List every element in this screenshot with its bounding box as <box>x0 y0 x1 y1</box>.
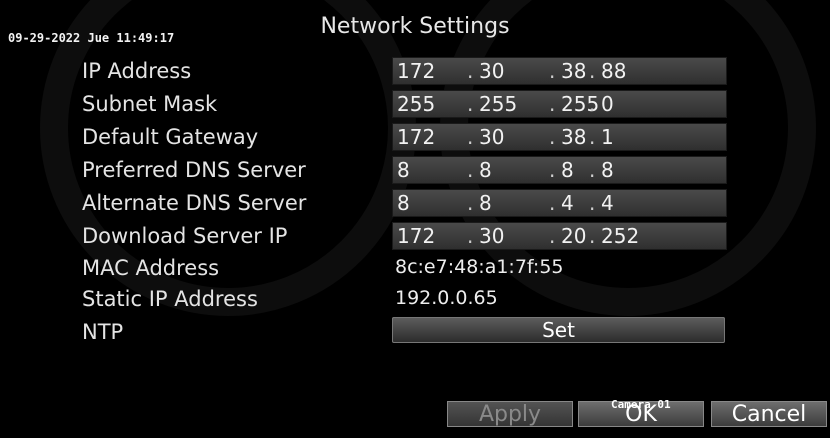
default-gateway-label: Default Gateway <box>82 125 259 149</box>
ip-address-field[interactable]: 172 . 30 . 38 . 88 <box>392 57 727 85</box>
octet-separator: . <box>467 191 474 215</box>
ntp-label: NTP <box>82 320 124 344</box>
octet-separator: . <box>467 59 474 83</box>
octet-2: 8 <box>479 191 492 215</box>
octet-4: 1 <box>601 125 614 149</box>
osd-camera-label: Camera 01 <box>611 398 671 411</box>
octet-separator: . <box>549 224 556 248</box>
octet-3: 38 <box>561 125 587 149</box>
octet-separator: . <box>589 92 596 116</box>
octet-separator: . <box>589 158 596 182</box>
ntp-row: NTP Set <box>0 316 830 349</box>
mac-address-label: MAC Address <box>82 256 220 280</box>
alternate-dns-field[interactable]: 8 . 8 . 4 . 4 <box>392 189 727 217</box>
download-server-row: Download Server IP 172 . 30 . 20 . 252 <box>0 220 830 253</box>
mac-address-row: MAC Address 8c:e7:48:a1:7f:55 <box>0 252 830 285</box>
alternate-dns-row: Alternate DNS Server 8 . 8 . 4 . 4 <box>0 187 830 220</box>
static-ip-label: Static IP Address <box>82 287 258 311</box>
octet-4: 0 <box>601 92 614 116</box>
octet-separator: . <box>467 224 474 248</box>
preferred-dns-label: Preferred DNS Server <box>82 158 306 182</box>
octet-separator: . <box>467 92 474 116</box>
octet-1: 172 <box>397 224 436 248</box>
octet-separator: . <box>549 59 556 83</box>
alternate-dns-label: Alternate DNS Server <box>82 191 307 215</box>
octet-1: 172 <box>397 59 436 83</box>
octet-separator: . <box>589 59 596 83</box>
download-server-label: Download Server IP <box>82 224 288 248</box>
octet-2: 30 <box>479 125 505 149</box>
preferred-dns-row: Preferred DNS Server 8 . 8 . 8 . 8 <box>0 154 830 187</box>
download-server-field[interactable]: 172 . 30 . 20 . 252 <box>392 222 727 250</box>
octet-2: 30 <box>479 224 505 248</box>
octet-separator: . <box>589 125 596 149</box>
octet-separator: . <box>589 191 596 215</box>
preferred-dns-field[interactable]: 8 . 8 . 8 . 8 <box>392 156 727 184</box>
static-ip-value: 192.0.0.65 <box>395 287 498 309</box>
apply-button[interactable]: Apply <box>447 401 573 427</box>
default-gateway-field[interactable]: 172 . 30 . 38 . 1 <box>392 123 727 151</box>
ip-address-label: IP Address <box>82 59 192 83</box>
octet-3: 4 <box>561 191 574 215</box>
subnet-mask-row: Subnet Mask 255 . 255 . 255 . 0 <box>0 88 830 121</box>
octet-separator: . <box>589 224 596 248</box>
ip-address-row: IP Address 172 . 30 . 38 . 88 <box>0 55 830 88</box>
subnet-mask-field[interactable]: 255 . 255 . 255 . 0 <box>392 90 727 118</box>
octet-3: 8 <box>561 158 574 182</box>
octet-4: 4 <box>601 191 614 215</box>
octet-separator: . <box>549 158 556 182</box>
octet-4: 8 <box>601 158 614 182</box>
octet-4: 88 <box>601 59 627 83</box>
page-title: Network Settings <box>320 14 510 39</box>
subnet-mask-label: Subnet Mask <box>82 92 218 116</box>
octet-separator: . <box>467 125 474 149</box>
octet-2: 255 <box>479 92 518 116</box>
octet-2: 30 <box>479 59 505 83</box>
static-ip-row: Static IP Address 192.0.0.65 <box>0 283 830 316</box>
octet-1: 8 <box>397 191 410 215</box>
mac-address-value: 8c:e7:48:a1:7f:55 <box>395 256 564 278</box>
octet-1: 172 <box>397 125 436 149</box>
octet-separator: . <box>549 191 556 215</box>
network-settings-screen: 09-29-2022 Jue 11:49:17 Network Settings… <box>0 0 830 438</box>
default-gateway-row: Default Gateway 172 . 30 . 38 . 1 <box>0 121 830 154</box>
octet-1: 255 <box>397 92 436 116</box>
octet-3: 20 <box>561 224 587 248</box>
octet-separator: . <box>467 158 474 182</box>
octet-2: 8 <box>479 158 492 182</box>
octet-4: 252 <box>601 224 640 248</box>
octet-separator: . <box>549 92 556 116</box>
octet-separator: . <box>549 125 556 149</box>
octet-3: 38 <box>561 59 587 83</box>
octet-1: 8 <box>397 158 410 182</box>
ntp-set-button[interactable]: Set <box>392 317 725 343</box>
cancel-button[interactable]: Cancel <box>711 401 827 427</box>
